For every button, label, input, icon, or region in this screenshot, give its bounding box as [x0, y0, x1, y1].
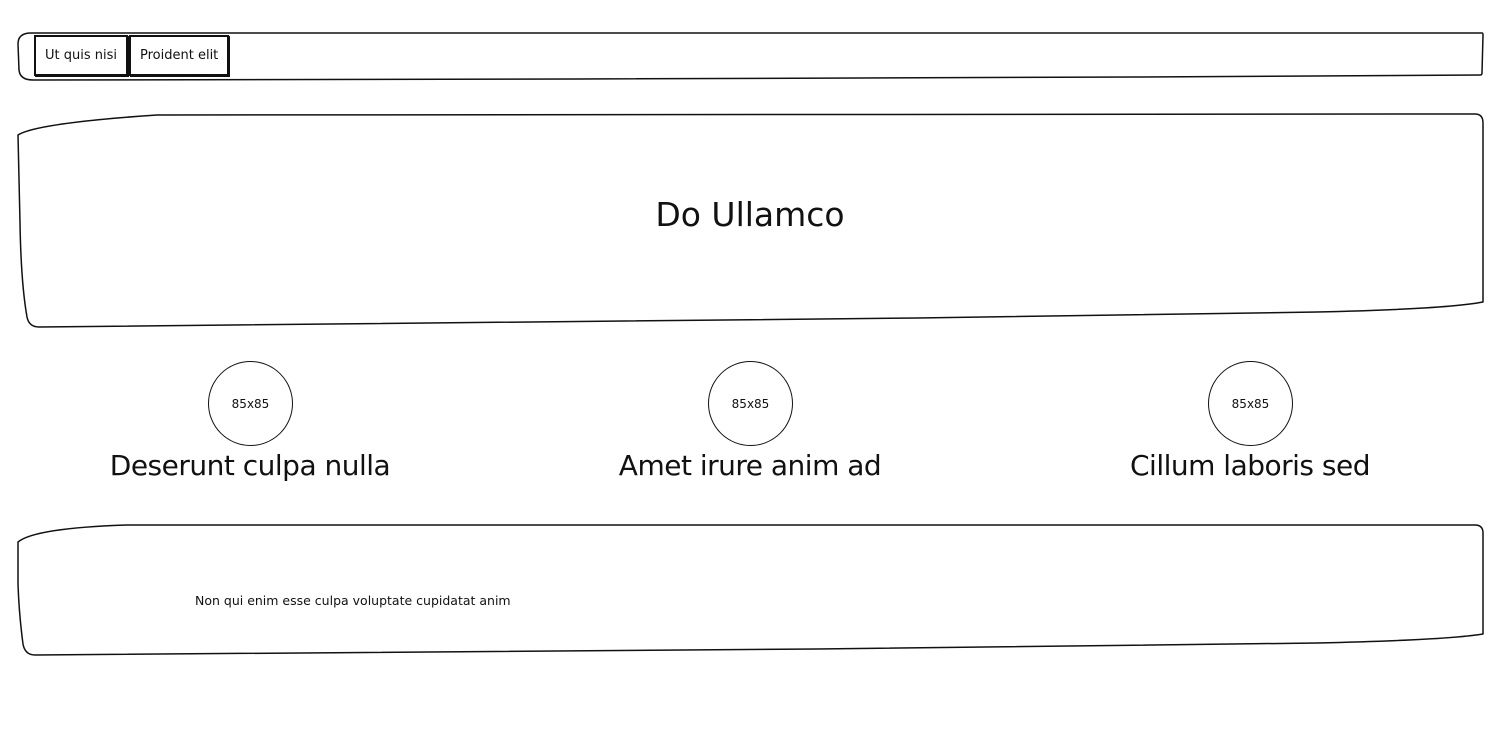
footer-box: Non qui enim esse culpa voluptate cupida…: [17, 524, 1484, 656]
feature-image-placeholder: 85x85: [708, 361, 793, 446]
nav-tabs: Ut quis nisi Proident elit: [34, 35, 230, 76]
feature-title: Cillum laboris sed: [1129, 449, 1371, 482]
feature-title: Amet irure anim ad: [618, 449, 882, 482]
feature-card-2: 85x85 Amet irure anim ad: [500, 360, 1000, 490]
feature-card-1: 85x85 Deserunt culpa nulla: [0, 360, 500, 490]
feature-card-3: 85x85 Cillum laboris sed: [1000, 360, 1500, 490]
footer-frame: [17, 524, 1484, 656]
feature-image-placeholder: 85x85: [1208, 361, 1293, 446]
top-nav-bar: Ut quis nisi Proident elit: [17, 32, 1484, 81]
nav-frame: [17, 32, 1484, 81]
page: Ut quis nisi Proident elit Do Ullamco 85…: [0, 0, 1500, 752]
feature-title: Deserunt culpa nulla: [109, 449, 391, 482]
footer-text: Non qui enim esse culpa voluptate cupida…: [195, 593, 511, 608]
nav-tab-ut-quis-nisi[interactable]: Ut quis nisi: [34, 35, 128, 76]
nav-tab-proident-elit[interactable]: Proident elit: [129, 35, 230, 76]
hero-title: Do Ullamco: [655, 195, 845, 234]
hero-banner: Do Ullamco: [17, 113, 1484, 328]
feature-image-placeholder: 85x85: [208, 361, 293, 446]
